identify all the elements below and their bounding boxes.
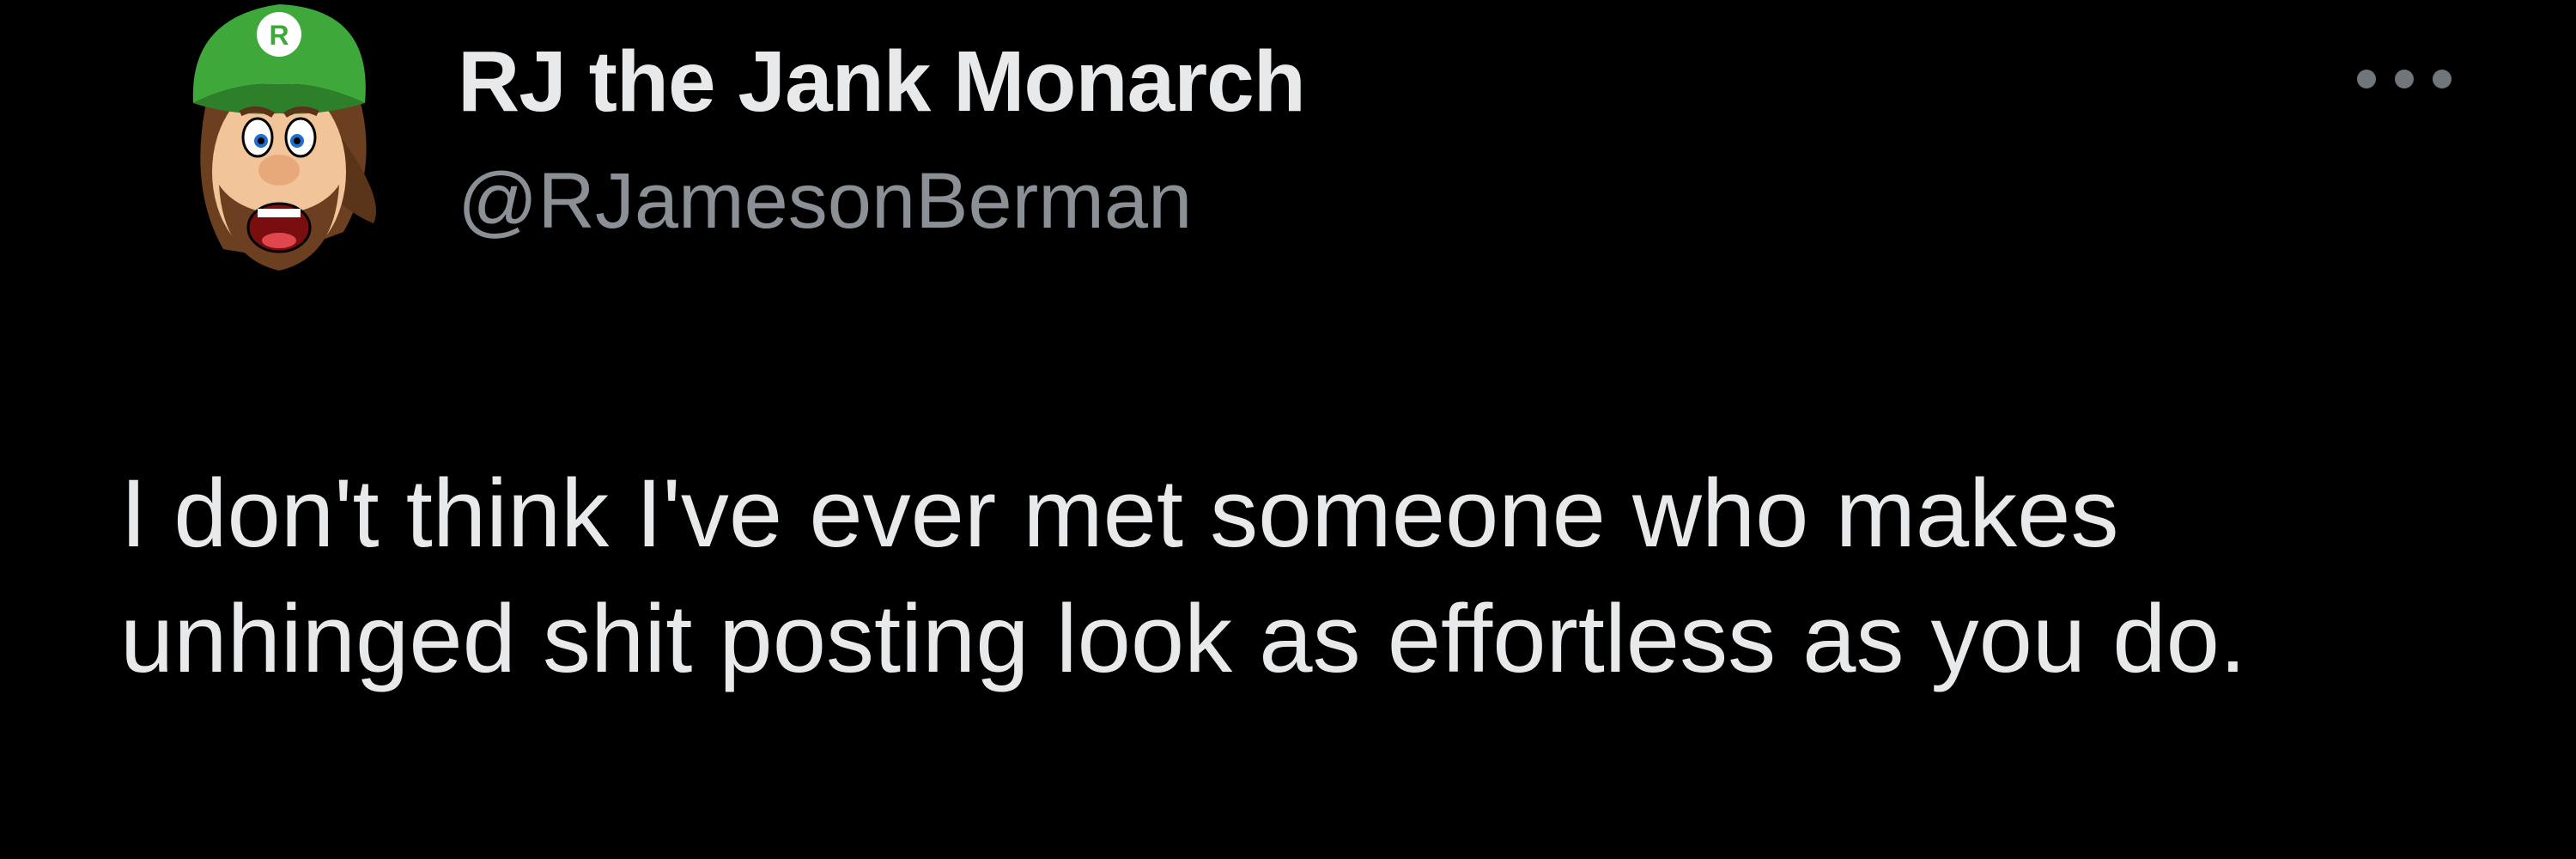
ellipsis-icon-dot — [2395, 70, 2414, 88]
author-handle[interactable]: @RJamesonBerman — [458, 156, 1192, 247]
avatar-cap-letter: R — [269, 20, 289, 51]
tweet-text: I don't think I've ever met someone who … — [120, 460, 2246, 692]
ellipsis-icon-dot — [2433, 70, 2451, 88]
more-options-button[interactable] — [2357, 60, 2451, 98]
avatar[interactable]: R — [172, 0, 386, 283]
ellipsis-icon — [2357, 70, 2376, 88]
cartoon-plumber-avatar-icon: R — [192, 4, 376, 271]
author-display-name[interactable]: RJ the Jank Monarch — [458, 33, 1306, 131]
tweet-card: R RJ the Jank Monarch @RJamesonBerman I … — [0, 0, 2576, 859]
